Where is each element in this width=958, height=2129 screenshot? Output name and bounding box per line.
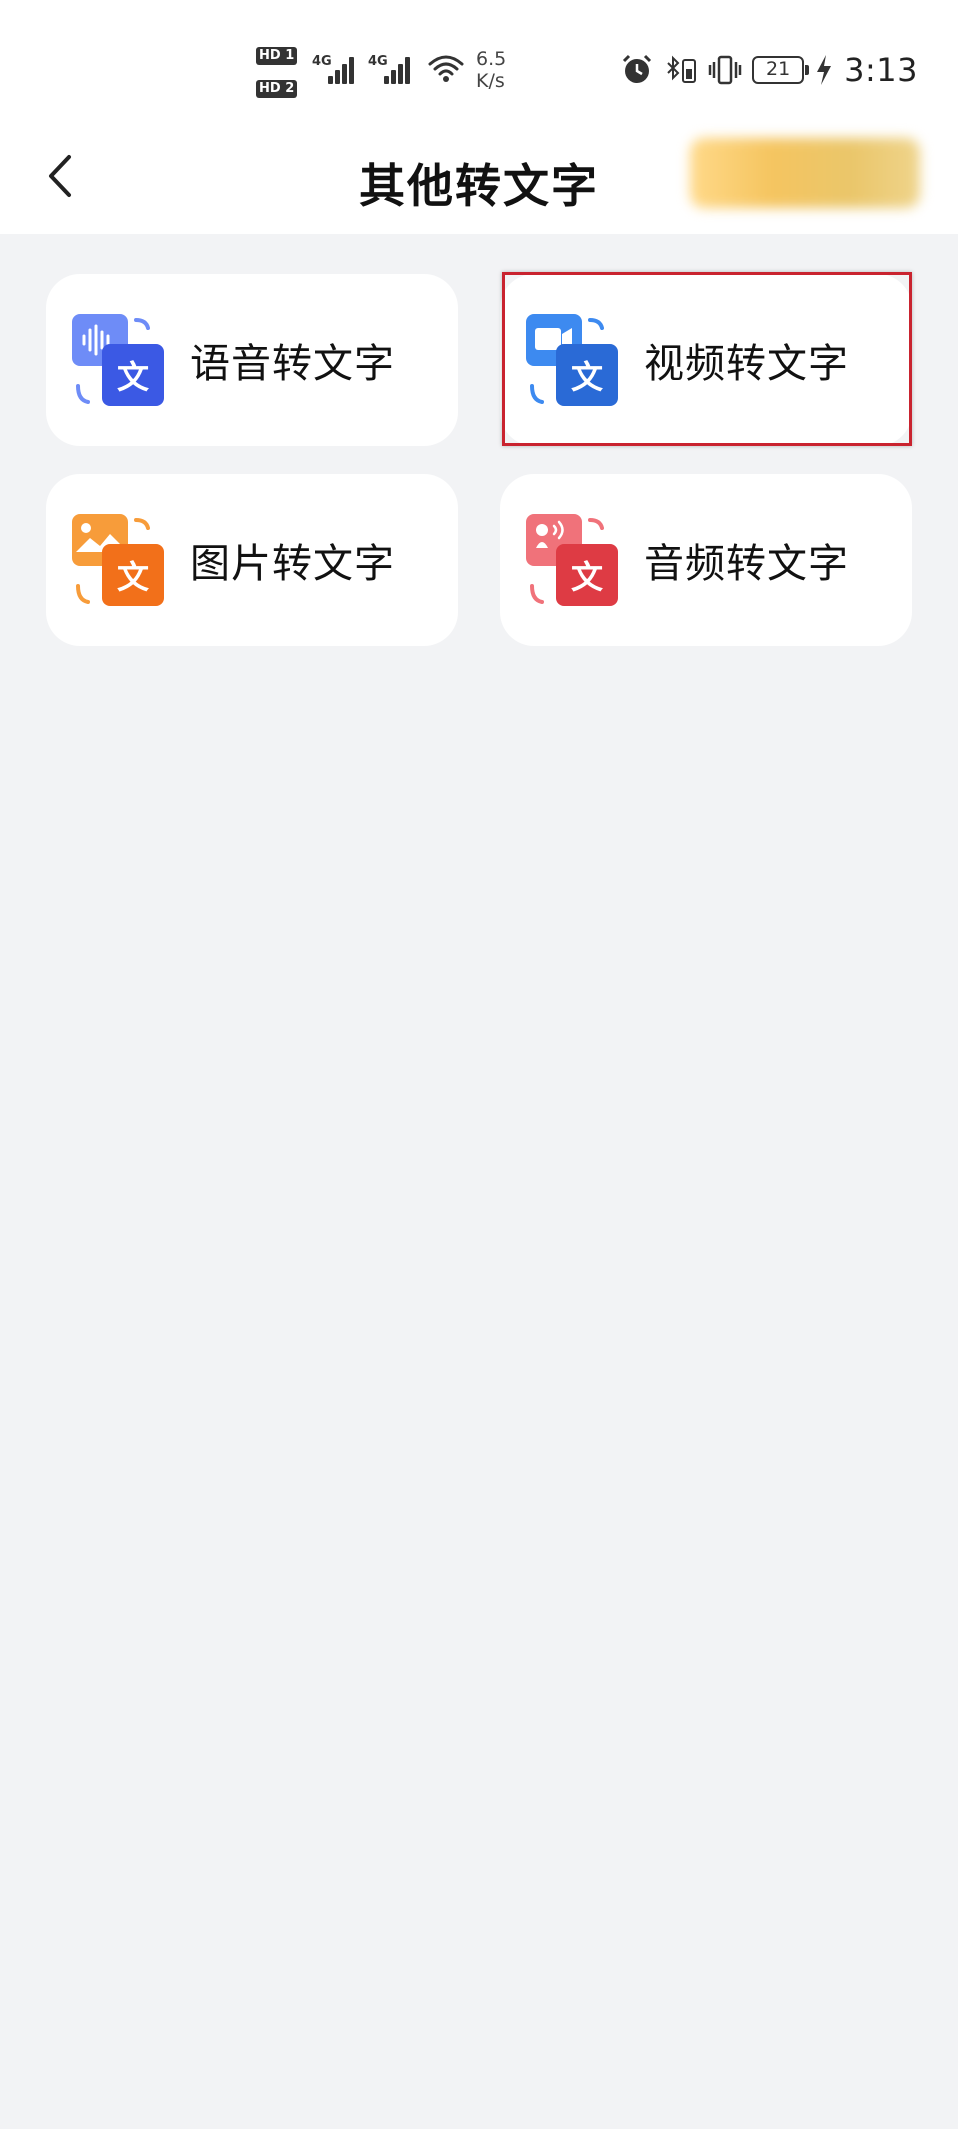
- status-bar: HD 1 HD 2 4G 4G 6.5 K/s 21 3:13: [0, 0, 958, 120]
- alarm-icon: [623, 54, 652, 83]
- charging-icon: [817, 55, 832, 85]
- svg-text:文: 文: [117, 558, 149, 596]
- svg-text:文: 文: [571, 558, 603, 596]
- hd2-badge: HD 2: [256, 80, 298, 98]
- voice-to-text-icon: 文: [72, 314, 164, 406]
- audio-to-text-icon: 文: [526, 514, 618, 606]
- bluetooth-battery-icon: [667, 55, 697, 83]
- blurred-badge[interactable]: [690, 138, 920, 208]
- video-to-text-icon: 文: [526, 314, 618, 406]
- hd-indicators: HD 1 HD 2: [256, 44, 304, 110]
- card-label: 视频转文字: [644, 341, 849, 387]
- image-to-text-card[interactable]: 文 图片转文字: [46, 474, 458, 646]
- card-label: 音频转文字: [644, 541, 849, 587]
- status-right-group: 21 3:13: [620, 50, 918, 90]
- video-to-text-card[interactable]: 文 视频转文字: [500, 274, 912, 446]
- card-label: 图片转文字: [190, 541, 395, 587]
- vibrate-icon: [708, 55, 742, 85]
- image-to-text-icon: 文: [72, 514, 164, 606]
- svg-text:文: 文: [117, 358, 149, 396]
- svg-text:文: 文: [571, 358, 603, 396]
- card-label: 语音转文字: [190, 341, 395, 387]
- wifi-icon: [428, 55, 464, 82]
- battery-indicator: 21: [752, 56, 810, 84]
- audio-to-text-card[interactable]: 文 音频转文字: [500, 474, 912, 646]
- clock: 3:13: [844, 51, 918, 89]
- hd1-badge: HD 1: [256, 47, 298, 65]
- app-header: 其他转文字: [0, 120, 958, 234]
- voice-to-text-card[interactable]: 文 语音转文字: [46, 274, 458, 446]
- network-speed: 6.5 K/s: [476, 48, 507, 92]
